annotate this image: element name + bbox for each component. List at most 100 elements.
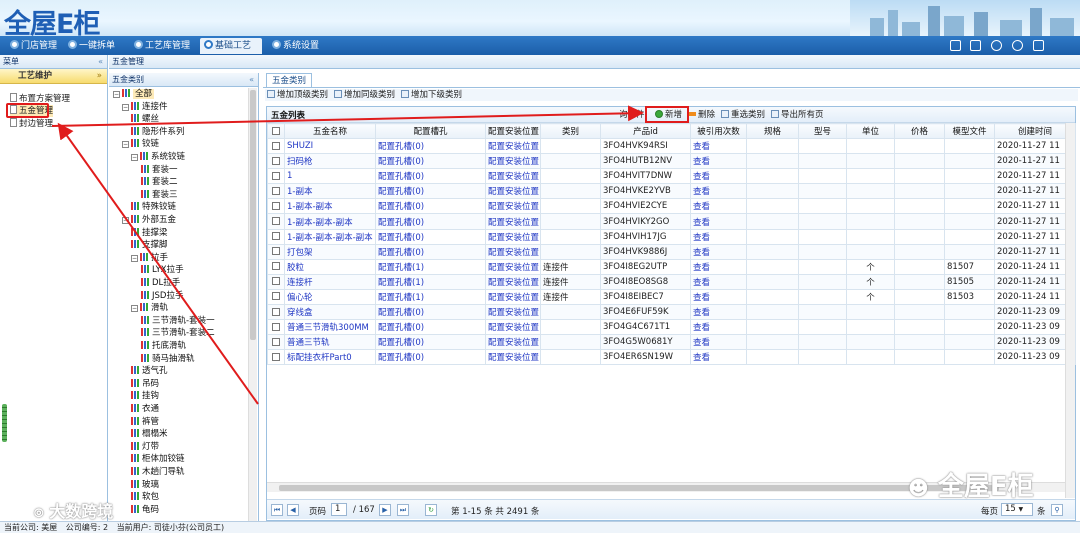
export-all-button[interactable]: 导出所有页 xyxy=(771,109,824,121)
row-checkbox[interactable] xyxy=(268,305,285,320)
col-model[interactable]: 型号 xyxy=(799,124,847,139)
table-row[interactable]: 胶粒配置孔槽(1)配置安装位置连接件3FO4I8EG2UTP查看个8150720… xyxy=(268,259,1076,274)
query-button[interactable]: 询条件 xyxy=(619,109,645,121)
cell-slot-config[interactable]: 配置孔槽(0) xyxy=(376,214,486,229)
nav-tab-basic-craft[interactable]: 基础工艺 xyxy=(200,38,262,54)
tree-node[interactable]: 三节滑轨-套装二 xyxy=(141,327,215,339)
tree-toggle-icon[interactable]: − xyxy=(122,217,129,224)
cell-ref-view[interactable]: 查看 xyxy=(691,305,747,320)
cell-ref-view[interactable]: 查看 xyxy=(691,154,747,169)
col-name[interactable]: 五金名称 xyxy=(285,124,376,139)
cell-ref-view[interactable]: 查看 xyxy=(691,214,747,229)
table-row[interactable]: 扫码枪配置孔槽(0)配置安装位置3FO4HUTB12NV查看2020-11-27… xyxy=(268,154,1076,169)
table-row[interactable]: 1-副本-副本配置孔槽(0)配置安装位置3FO4HVIE2CYE查看2020-1… xyxy=(268,199,1076,214)
menu-item-edge-banding[interactable]: 封边管理 xyxy=(10,118,53,130)
cell-slot-config[interactable]: 配置孔槽(0) xyxy=(376,139,486,154)
tree-node[interactable]: −铰链 xyxy=(122,138,159,150)
table-row[interactable]: 穿线盒配置孔槽(0)配置安装位置3FO4E6FUF59K查看2020-11-23… xyxy=(268,305,1076,320)
cell-ref-view[interactable]: 查看 xyxy=(691,274,747,289)
tree-node[interactable]: 特殊铰链 xyxy=(131,201,176,213)
col-install[interactable]: 配置安装位置 xyxy=(486,124,541,139)
nav-tab-store[interactable]: 门店管理 xyxy=(6,38,62,54)
table-row[interactable]: 1配置孔槽(0)配置安装位置3FO4HVIT7DNW查看2020-11-27 1… xyxy=(268,169,1076,184)
row-checkbox[interactable] xyxy=(268,259,285,274)
tree-node[interactable]: 隐形件系列 xyxy=(131,126,185,138)
tree-node[interactable]: 三节滑轨-套装一 xyxy=(141,315,215,327)
cell-slot-config[interactable]: 配置孔槽(0) xyxy=(376,305,486,320)
tree-toggle-icon[interactable]: − xyxy=(122,141,129,148)
row-checkbox[interactable] xyxy=(268,169,285,184)
delete-button[interactable]: 删除 xyxy=(688,109,715,121)
cell-slot-config[interactable]: 配置孔槽(0) xyxy=(376,244,486,259)
cell-install-config[interactable]: 配置安装位置 xyxy=(486,305,541,320)
tree-node[interactable]: −系统铰链 xyxy=(131,151,185,163)
row-checkbox[interactable] xyxy=(268,335,285,350)
tree-node[interactable]: JSD拉手 xyxy=(141,290,183,302)
tree-toggle-icon[interactable]: − xyxy=(131,305,138,312)
cell-install-config[interactable]: 配置安装位置 xyxy=(486,214,541,229)
tree-node[interactable]: 软包 xyxy=(131,491,159,503)
table-row[interactable]: 普通三节轨配置孔槽(0)配置安装位置3FO4G5W0681Y查看2020-11-… xyxy=(268,335,1076,350)
tree-node[interactable]: 柜体加铰链 xyxy=(131,453,185,465)
tree-node[interactable]: 托底滑轨 xyxy=(141,340,186,352)
document-icon[interactable] xyxy=(970,40,981,51)
table-row[interactable]: 打包架配置孔槽(0)配置安装位置3FO4HVK9886J查看2020-11-27… xyxy=(268,244,1076,259)
table-row[interactable]: 1-副本配置孔槽(0)配置安装位置3FO4HVKE2YVB查看2020-11-2… xyxy=(268,184,1076,199)
first-page-button[interactable]: ⏮ xyxy=(271,504,283,516)
gear-icon[interactable] xyxy=(1012,40,1023,51)
collapse-left-icon[interactable]: « xyxy=(98,55,103,69)
collapse-tree-icon[interactable]: « xyxy=(249,73,254,87)
tree-node[interactable]: −滑轨 xyxy=(131,302,168,314)
row-checkbox[interactable] xyxy=(268,184,285,199)
col-category[interactable]: 类别 xyxy=(541,124,601,139)
tree-node[interactable]: 挂钩 xyxy=(131,390,159,402)
cell-slot-config[interactable]: 配置孔槽(0) xyxy=(376,199,486,214)
cell-slot-config[interactable]: 配置孔槽(0) xyxy=(376,154,486,169)
per-page-select[interactable]: 15 ▼ xyxy=(1001,503,1033,516)
tree-node[interactable]: 套装三 xyxy=(141,189,178,201)
tree-node[interactable]: 裤管 xyxy=(131,416,159,428)
tree-node[interactable]: −全部 xyxy=(113,88,154,100)
refresh-icon[interactable]: ↻ xyxy=(425,504,437,516)
page-input[interactable]: 1 xyxy=(331,503,347,516)
row-checkbox[interactable] xyxy=(268,199,285,214)
cell-name[interactable]: 1 xyxy=(285,169,376,184)
cell-name[interactable]: 打包架 xyxy=(285,244,376,259)
tree-node[interactable]: 套装一 xyxy=(141,164,178,176)
table-row[interactable]: 连接杆配置孔槽(1)配置安装位置连接件3FO4I8EO8SG8查看个815052… xyxy=(268,274,1076,289)
col-price[interactable]: 价格 xyxy=(895,124,945,139)
tree-node[interactable]: −连接件 xyxy=(122,101,168,113)
row-checkbox[interactable] xyxy=(268,154,285,169)
col-unit[interactable]: 单位 xyxy=(847,124,895,139)
cell-ref-view[interactable]: 查看 xyxy=(691,320,747,335)
tree-node[interactable]: 挂撑梁 xyxy=(131,227,168,239)
row-checkbox[interactable] xyxy=(268,289,285,304)
cell-install-config[interactable]: 配置安装位置 xyxy=(486,139,541,154)
cell-name[interactable]: 1-副本-副本-副本-副本 xyxy=(285,229,376,244)
tree-node[interactable]: 支撑脚 xyxy=(131,239,168,251)
cell-install-config[interactable]: 配置安装位置 xyxy=(486,229,541,244)
cell-ref-view[interactable]: 查看 xyxy=(691,350,747,365)
cell-ref-view[interactable]: 查看 xyxy=(691,199,747,214)
cell-install-config[interactable]: 配置安装位置 xyxy=(486,274,541,289)
col-product-id[interactable]: 产品id xyxy=(601,124,691,139)
add-top-category-button[interactable]: 增加顶级类别 xyxy=(267,89,328,101)
row-checkbox[interactable] xyxy=(268,274,285,289)
tree-node[interactable]: 榻榻米 xyxy=(131,428,168,440)
cell-install-config[interactable]: 配置安装位置 xyxy=(486,199,541,214)
cell-name[interactable]: 标配挂衣杆Part0 xyxy=(285,350,376,365)
cell-ref-view[interactable]: 查看 xyxy=(691,289,747,304)
cell-ref-view[interactable]: 查看 xyxy=(691,139,747,154)
tree-node[interactable]: 龟码 xyxy=(131,504,159,516)
nav-tab-split-order[interactable]: 一键拆单 xyxy=(64,38,126,54)
table-row[interactable]: SHUZI配置孔槽(0)配置安装位置3FO4HVK94RSI查看2020-11-… xyxy=(268,139,1076,154)
tree-toggle-icon[interactable]: − xyxy=(131,255,138,262)
last-page-button[interactable]: ⏭ xyxy=(397,504,409,516)
cell-name[interactable]: 1-副本 xyxy=(285,184,376,199)
cell-install-config[interactable]: 配置安装位置 xyxy=(486,169,541,184)
logout-icon[interactable] xyxy=(1033,40,1044,51)
next-page-button[interactable]: ▶ xyxy=(379,504,391,516)
cell-slot-config[interactable]: 配置孔槽(1) xyxy=(376,289,486,304)
tree-node[interactable]: LYX拉手 xyxy=(141,264,184,276)
tree-node[interactable]: 吊码 xyxy=(131,378,159,390)
